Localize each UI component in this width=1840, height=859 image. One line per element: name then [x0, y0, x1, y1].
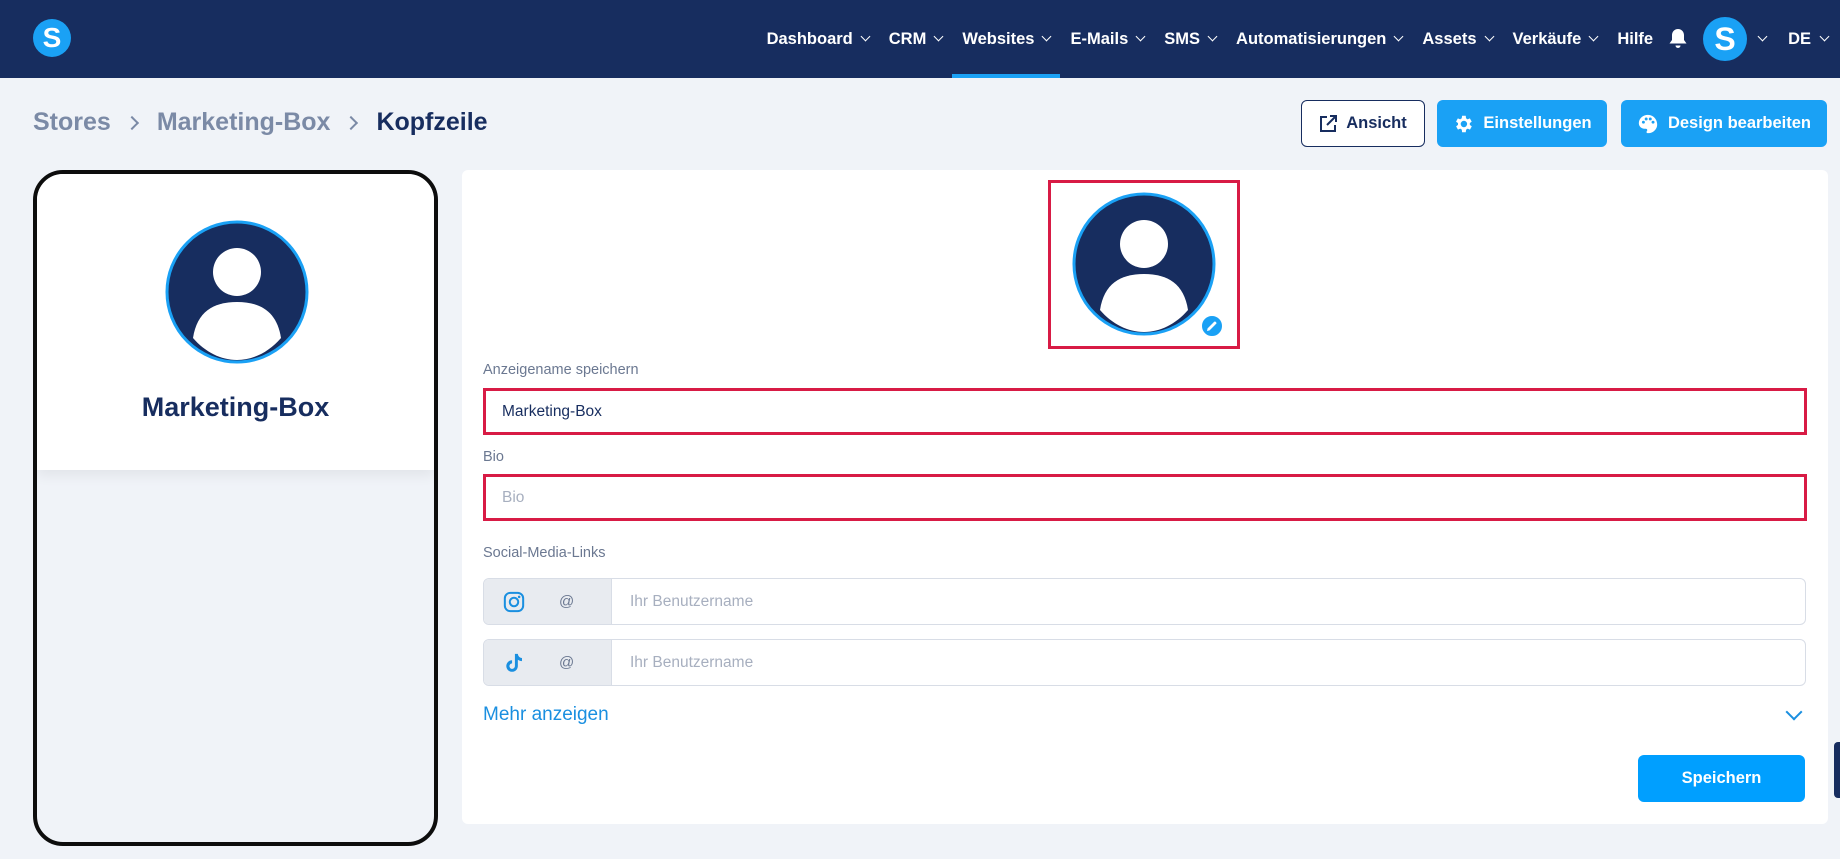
breadcrumb-current: Kopfzeile — [376, 108, 488, 136]
breadcrumb-stores[interactable]: Stores — [33, 108, 111, 137]
breadcrumb-marketing-box[interactable]: Marketing-Box — [157, 108, 331, 137]
external-link-icon — [1320, 114, 1338, 132]
design-edit-button-label: Design bearbeiten — [1667, 114, 1812, 132]
nav-label: Assets — [1422, 29, 1477, 48]
display-name-input[interactable]: Marketing-Box — [483, 388, 1807, 435]
tiktok-field: @ Ihr Benutzername — [483, 639, 1806, 686]
nav-label: CRM — [888, 29, 927, 48]
chevron-down-icon — [1819, 31, 1830, 42]
chevron-right-icon — [124, 115, 139, 130]
top-navbar: S Dashboard CRM Websites E-Mails SMS Aut… — [0, 0, 1840, 78]
profile-avatar-icon — [165, 220, 309, 364]
chevron-down-icon — [1757, 31, 1768, 42]
tiktok-icon — [502, 651, 526, 675]
preview-header-card: Marketing-Box — [37, 174, 434, 470]
save-button[interactable]: Speichern — [1638, 755, 1805, 802]
at-prefix: @ — [559, 593, 575, 610]
chevron-down-icon — [860, 31, 871, 42]
bio-label: Bio — [483, 449, 504, 465]
avatar: S — [1703, 17, 1748, 61]
instagram-icon — [502, 590, 526, 614]
social-links-label: Social-Media-Links — [483, 545, 606, 561]
breadcrumb: Stores Marketing-Box Kopfzeile — [33, 108, 488, 137]
gear-icon — [1456, 115, 1473, 132]
side-panel-tab[interactable] — [1834, 742, 1840, 798]
instagram-username-input[interactable]: Ihr Benutzername — [612, 579, 1805, 624]
profile-avatar-upload[interactable] — [1072, 192, 1216, 336]
settings-button-label: Einstellungen — [1483, 114, 1592, 132]
instagram-prefix: @ — [484, 579, 612, 624]
bio-input[interactable]: Bio — [483, 474, 1807, 521]
bell-icon[interactable] — [1667, 0, 1689, 78]
chevron-down-icon — [1588, 31, 1599, 42]
chevron-right-icon — [344, 115, 359, 130]
language-label: DE — [1788, 29, 1811, 48]
nav-item-websites[interactable]: Websites — [952, 0, 1061, 78]
nav-item-emails[interactable]: E-Mails — [1060, 0, 1154, 78]
settings-button[interactable]: Einstellungen — [1437, 100, 1607, 147]
chevron-down-icon — [933, 31, 944, 42]
header-settings-panel: Anzeigename speichern Marketing-Box Bio … — [462, 170, 1828, 824]
phone-preview: Marketing-Box — [33, 170, 438, 846]
chevron-down-icon — [1042, 31, 1052, 42]
palette-icon — [1638, 114, 1658, 133]
chevron-down-icon — [1484, 31, 1494, 42]
pencil-icon[interactable] — [1200, 314, 1224, 338]
nav-item-assets[interactable]: Assets — [1412, 0, 1502, 78]
nav-item-sms[interactable]: SMS — [1154, 0, 1226, 78]
nav-item-verkaeufe[interactable]: Verkäufe — [1503, 0, 1608, 78]
nav-label: Dashboard — [766, 29, 853, 48]
show-more-link[interactable]: Mehr anzeigen — [483, 704, 609, 726]
language-select[interactable]: DE — [1778, 0, 1840, 78]
user-menu[interactable]: S — [1703, 0, 1778, 78]
main-nav: Dashboard CRM Websites E-Mails SMS Autom… — [757, 0, 1840, 78]
tiktok-prefix: @ — [484, 640, 612, 685]
view-button-label: Ansicht — [1346, 114, 1407, 132]
nav-label: E-Mails — [1070, 29, 1129, 48]
view-button[interactable]: Ansicht — [1301, 100, 1425, 147]
nav-item-hilfe[interactable]: Hilfe — [1607, 0, 1663, 78]
nav-label: Automatisierungen — [1236, 29, 1387, 48]
nav-label: Verkäufe — [1512, 29, 1582, 48]
display-name-label: Anzeigename speichern — [483, 362, 639, 378]
nav-item-crm[interactable]: CRM — [879, 0, 953, 78]
tiktok-username-input[interactable]: Ihr Benutzername — [612, 640, 1805, 685]
preview-profile-name: Marketing-Box — [141, 392, 330, 422]
app-logo[interactable]: S — [33, 19, 71, 57]
nav-item-dashboard[interactable]: Dashboard — [757, 0, 879, 78]
at-prefix: @ — [559, 654, 575, 671]
chevron-down-icon[interactable] — [1785, 703, 1803, 721]
nav-label: SMS — [1164, 29, 1201, 48]
design-edit-button[interactable]: Design bearbeiten — [1621, 100, 1827, 147]
chevron-down-icon — [1393, 31, 1404, 42]
nav-label: Websites — [962, 29, 1035, 48]
chevron-down-icon — [1207, 31, 1218, 42]
instagram-field: @ Ihr Benutzername — [483, 578, 1806, 625]
chevron-down-icon — [1135, 31, 1146, 42]
nav-item-automatisierungen[interactable]: Automatisierungen — [1226, 0, 1412, 78]
